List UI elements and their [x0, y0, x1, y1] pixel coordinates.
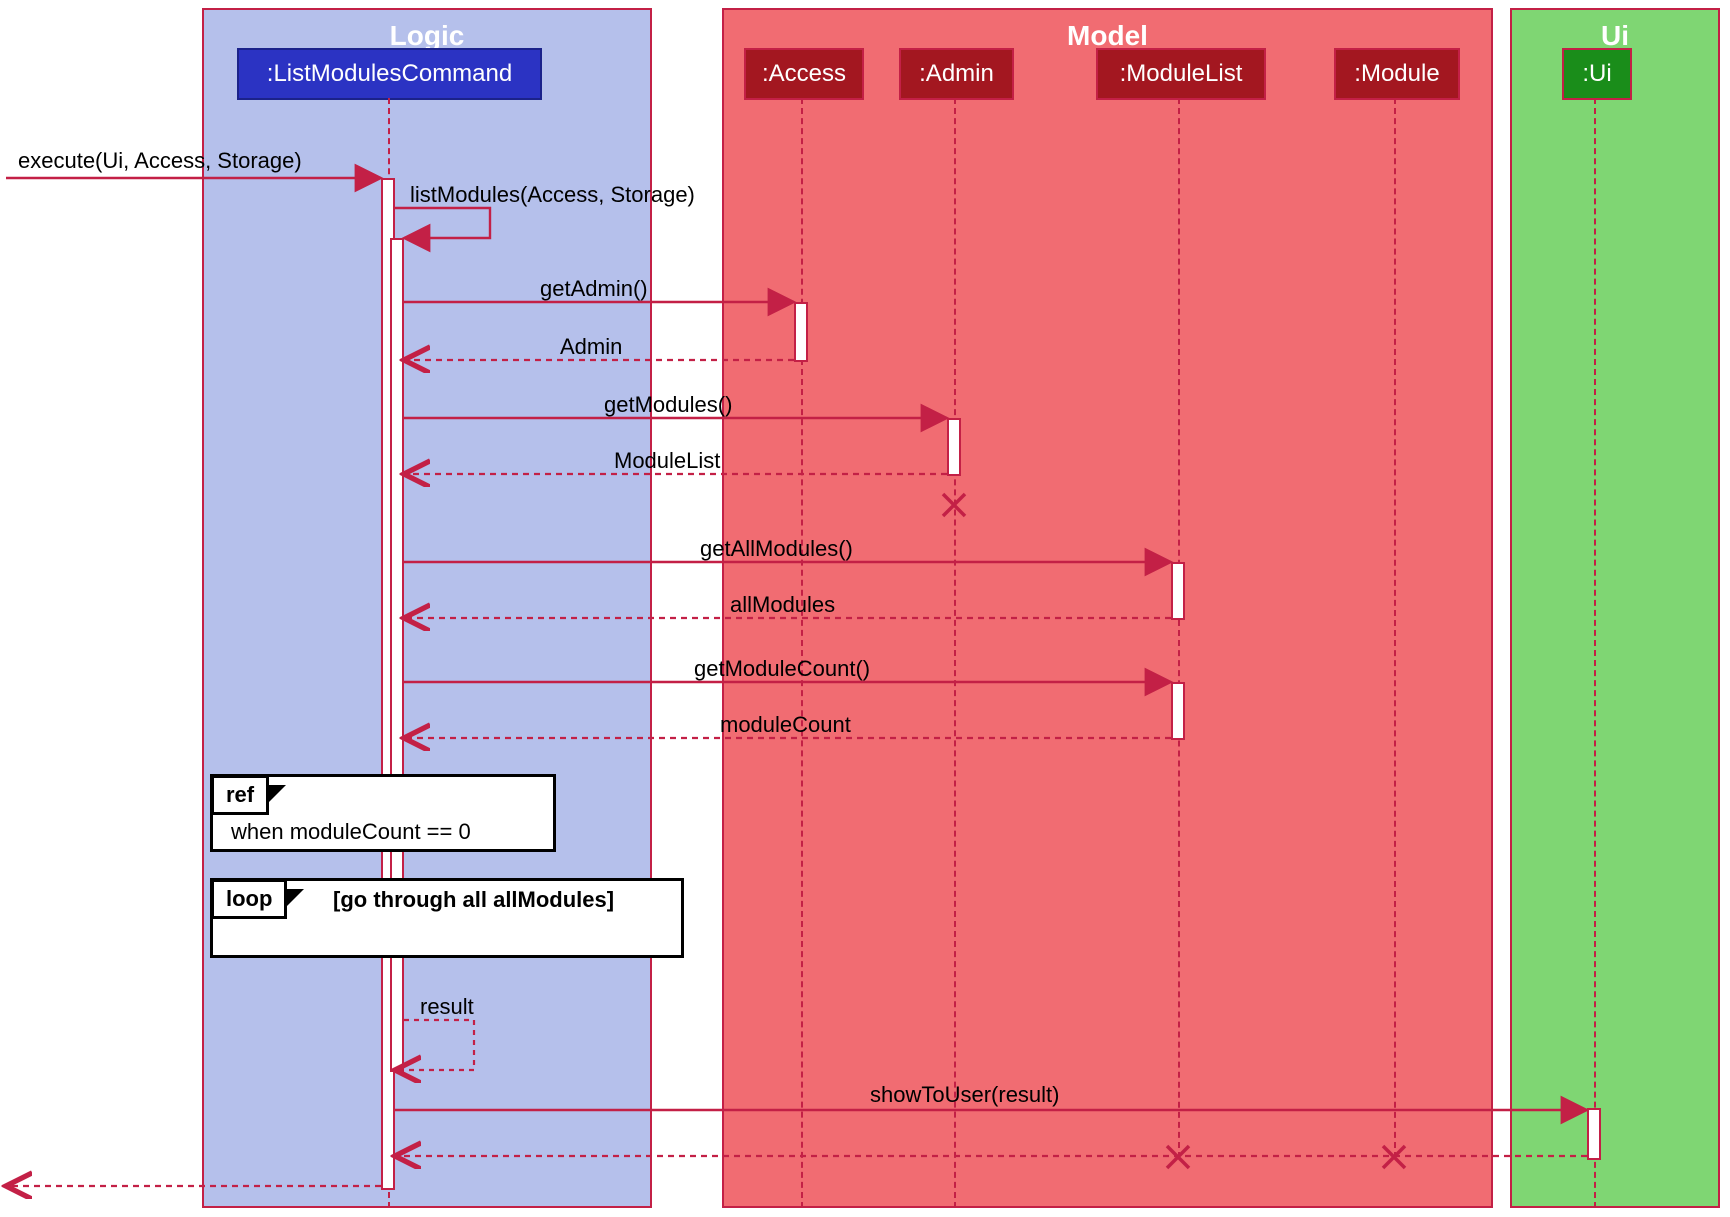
head-listmodulescommand: :ListModulesCommand — [237, 48, 542, 100]
head-modulelist: :ModuleList — [1096, 48, 1266, 100]
head-listmodulescommand-label: :ListModulesCommand — [267, 60, 512, 87]
head-admin-label: :Admin — [919, 60, 994, 87]
lifeline-modulelist — [1178, 98, 1180, 1158]
msg-getmodules: getModules() — [604, 392, 732, 418]
head-access: :Access — [744, 48, 864, 100]
head-ui-label: :Ui — [1582, 60, 1611, 87]
group-model: Model — [722, 8, 1493, 1208]
msg-getadmin: getAdmin() — [540, 276, 648, 302]
activation-ui — [1587, 1108, 1601, 1160]
fragment-loop-text: [go through all allModules] — [333, 887, 614, 913]
msg-getallmodules: getAllModules() — [700, 536, 853, 562]
msg-showtouser: showToUser(result) — [870, 1082, 1060, 1108]
lifeline-access — [801, 98, 803, 1208]
activation-access — [794, 302, 808, 362]
fragment-notch-icon — [284, 889, 304, 909]
group-ui: Ui — [1510, 8, 1720, 1208]
fragment-loop-label: loop — [211, 879, 287, 919]
lifeline-ui — [1594, 98, 1596, 1208]
destroy-module-icon — [1381, 1144, 1407, 1170]
msg-ret-admin: Admin — [560, 334, 622, 360]
msg-ret-modulecount: moduleCount — [720, 712, 851, 738]
head-modulelist-label: :ModuleList — [1120, 60, 1243, 87]
head-module-label: :Module — [1354, 60, 1439, 87]
lifeline-admin — [954, 98, 956, 1208]
activation-modulelist-1 — [1171, 562, 1185, 620]
fragment-notch-icon — [266, 785, 286, 805]
destroy-modulelist-icon — [1165, 1144, 1191, 1170]
head-access-label: :Access — [762, 60, 846, 87]
msg-ret-allmodules: allModules — [730, 592, 835, 618]
destroy-admin-icon — [941, 492, 967, 518]
head-admin: :Admin — [899, 48, 1014, 100]
msg-result: result — [420, 994, 474, 1020]
fragment-ref: ref when moduleCount == 0 — [210, 774, 556, 852]
head-ui: :Ui — [1562, 48, 1632, 100]
activation-modulelist-2 — [1171, 682, 1185, 740]
msg-getmodulecount: getModuleCount() — [694, 656, 870, 682]
lifeline-module — [1394, 98, 1396, 1158]
fragment-loop: loop [go through all allModules] — [210, 878, 684, 958]
sequence-diagram: Logic Model Ui :ListModulesCommand :Acce… — [0, 0, 1730, 1217]
msg-listmodules: listModules(Access, Storage) — [410, 182, 695, 208]
fragment-ref-text: when moduleCount == 0 — [231, 819, 471, 845]
activation-admin — [947, 418, 961, 476]
fragment-ref-label: ref — [211, 775, 269, 815]
head-module: :Module — [1334, 48, 1460, 100]
msg-execute: execute(Ui, Access, Storage) — [18, 148, 302, 174]
msg-ret-modulelist: ModuleList — [614, 448, 720, 474]
